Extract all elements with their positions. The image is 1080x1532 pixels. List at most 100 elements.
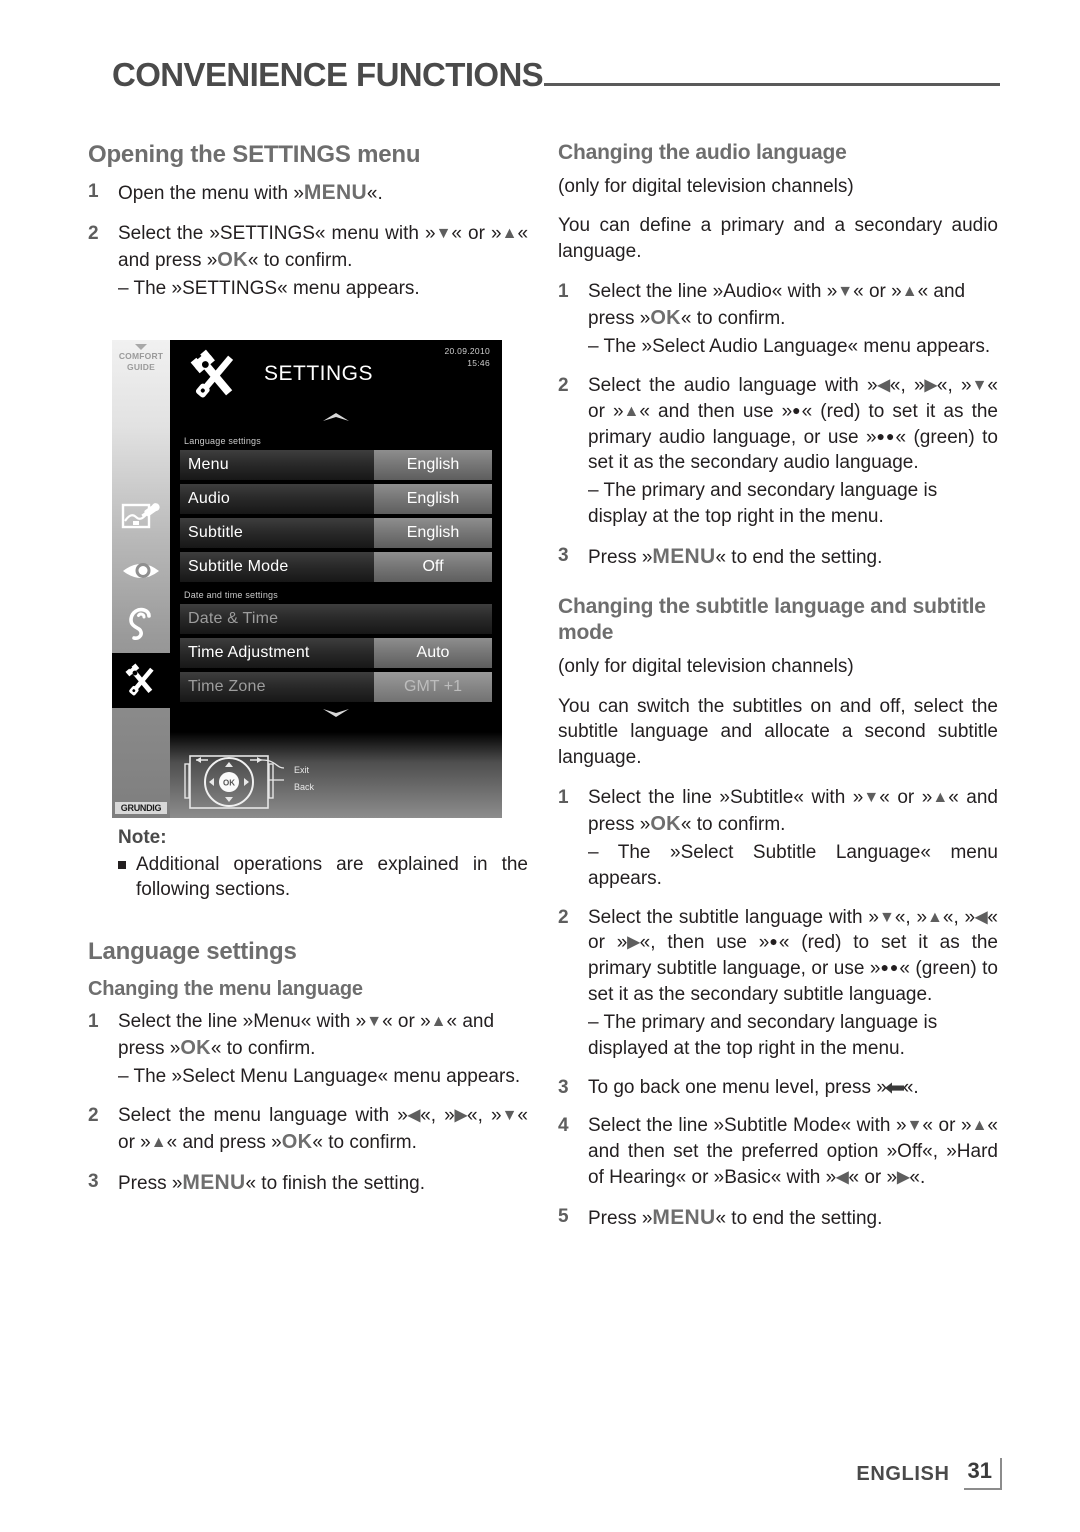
chevron-down-icon (135, 344, 147, 350)
audio-intro: You can define a primary and a secondary… (558, 215, 998, 263)
step-audio-1: 1 Select the line »Audio« with »▼« or »▲… (558, 279, 998, 360)
key-ok: OK (180, 1036, 211, 1059)
up-arrow-glyph: ▲ (901, 283, 918, 301)
step-text: Select the »SETTINGS« menu with »▼« or »… (118, 222, 529, 271)
tv-row-label: Date & Time (180, 604, 492, 634)
key-ok: OK (650, 306, 681, 329)
sidebar-item-sound[interactable] (112, 598, 170, 653)
step-subtitle-4: 4 Select the line »Subtitle Mode« with »… (558, 1113, 998, 1190)
tv-row-value: English (374, 518, 492, 548)
step-number: 3 (88, 1170, 99, 1192)
heading-changing-menu-language: Changing the menu language (88, 977, 363, 1000)
down-arrow-glyph: ▼ (435, 224, 452, 242)
sidebar-item-picture-eye[interactable] (112, 543, 170, 598)
step-result-text: – The »Select Menu Language« menu appear… (118, 1065, 521, 1087)
subtitle-subtitle-note: (only for digital television channels) (558, 655, 854, 677)
step-result-text: – The »Select Subtitle Language« menu ap… (588, 842, 998, 889)
comfort-guide-line1: COMFORT (118, 351, 164, 361)
header-rule (544, 83, 1000, 86)
tv-sidebar-icons (112, 488, 170, 708)
scroll-up-indicator[interactable] (180, 410, 492, 428)
back-arrow-glyph: ⬅ (884, 1077, 905, 1099)
tv-row-time-zone[interactable]: Time Zone GMT +1 (180, 672, 492, 702)
right-arrow-glyph: ▶ (897, 1169, 910, 1187)
scroll-down-indicator[interactable] (180, 706, 492, 722)
heading-changing-audio-language: Changing the audio language (558, 141, 847, 164)
up-arrow-glyph: ▲ (150, 1133, 167, 1151)
step-number: 1 (88, 1010, 99, 1032)
step-audio-3: 3 Press »MENU« to end the setting. (558, 543, 998, 572)
tv-settings-screenshot: COMFORT GUIDE GRUNDIG SETTINGS 20.09.201… (112, 340, 502, 818)
tv-datetime: 20.09.2010 15:46 (444, 346, 490, 370)
sidebar-item-settings[interactable] (112, 653, 170, 708)
chevron-up-icon (323, 413, 349, 421)
grundig-logo: GRUNDIG (115, 802, 167, 814)
tv-row-subtitle-mode[interactable]: Subtitle Mode Off (180, 552, 492, 582)
step-opening-1: 1 Open the menu with »MENU«. (88, 179, 528, 208)
step-result: – The »SETTINGS« menu appears. (118, 276, 528, 302)
step-subtitle-2: 2 Select the subtitle language with »▼«,… (558, 905, 998, 1062)
step-text: Select the subtitle language with »▼«, »… (588, 906, 998, 1006)
step-result: – The »Select Audio Language« menu appea… (588, 334, 998, 360)
comfort-guide-label: COMFORT GUIDE (112, 340, 170, 372)
picture-antenna-icon (121, 502, 160, 528)
note-title: Note: (118, 826, 167, 848)
step-text: Select the menu language with »◀«, »▶«, … (118, 1104, 528, 1153)
up-arrow-glyph: ▲ (932, 788, 949, 806)
step-result: – The primary and secondary language is … (588, 478, 998, 530)
down-arrow-glyph: ▼ (366, 1012, 383, 1030)
tools-icon (125, 662, 154, 695)
key-ok: OK (281, 1130, 313, 1153)
step-opening-2: 2 Select the »SETTINGS« menu with »▼« or… (88, 221, 528, 302)
key-ok: OK (650, 812, 681, 835)
step-number: 2 (88, 222, 99, 244)
remote-label-back: Back (294, 782, 315, 793)
ok-button-label: OK (223, 779, 235, 788)
up-arrow-glyph: ▲ (430, 1012, 447, 1030)
up-arrow-glyph: ▲ (927, 908, 943, 926)
tv-main-panel: SETTINGS 20.09.2010 15:46 Language setti… (170, 340, 502, 818)
red-button-dot-icon: ● (792, 401, 802, 418)
footer-page-bracket: 31 (963, 1458, 1002, 1490)
right-arrow-glyph: ▶ (454, 1106, 468, 1124)
audio-subtitle-note: (only for digital television channels) (558, 175, 854, 197)
page-number: 31 (967, 1458, 992, 1483)
down-arrow-glyph: ▼ (906, 1117, 923, 1135)
left-arrow-glyph: ◀ (877, 376, 890, 394)
tv-row-menu[interactable]: Menu English (180, 450, 492, 480)
tv-row-label: Time Zone (180, 672, 374, 702)
tv-row-value: English (374, 450, 492, 480)
step-result-text: – The »SETTINGS« menu appears. (118, 277, 420, 299)
step-text: Press »MENU« to end the setting. (588, 1205, 883, 1229)
step-result: – The »Select Menu Language« menu appear… (118, 1064, 528, 1090)
sidebar-item-picture[interactable] (112, 488, 170, 543)
tv-row-label: Menu (180, 450, 374, 480)
heading-changing-subtitle-language: Changing the subtitle language and subti… (558, 595, 986, 645)
tv-row-value: Off (374, 552, 492, 582)
tv-row-value: Auto (374, 638, 492, 668)
tv-row-time-adjustment[interactable]: Time Adjustment Auto (180, 638, 492, 668)
step-subtitle-3: 3 To go back one menu level, press »⬅«. (558, 1075, 998, 1101)
tv-row-date-time[interactable]: Date & Time (180, 604, 492, 634)
tv-time: 15:46 (467, 357, 490, 368)
key-ok: OK (217, 248, 248, 271)
step-result-text: – The »Select Audio Language« menu appea… (588, 336, 991, 358)
up-arrow-glyph: ▲ (971, 1117, 988, 1135)
key-menu: MENU (652, 1205, 716, 1229)
ear-icon (129, 607, 151, 640)
key-menu: MENU (182, 1170, 246, 1194)
remote-label-exit: Exit (294, 765, 310, 775)
note-item: Additional operations are explained in t… (118, 852, 528, 904)
tv-row-subtitle[interactable]: Subtitle English (180, 518, 492, 548)
up-arrow-glyph: ▲ (623, 402, 640, 420)
group-label-language: Language settings (184, 436, 261, 446)
step-text: Select the line »Menu« with »▼« or »▲« a… (118, 1010, 495, 1059)
tv-row-label: Subtitle (180, 518, 374, 548)
tv-row-label: Time Adjustment (180, 638, 374, 668)
step-subtitle-5: 5 Press »MENU« to end the setting. (558, 1204, 998, 1233)
tv-row-audio[interactable]: Audio English (180, 484, 492, 514)
step-menu-language-1: 1 Select the line »Menu« with »▼« or »▲«… (88, 1009, 528, 1090)
page-header: CONVENIENCE FUNCTIONS (112, 58, 1000, 91)
page-title: CONVENIENCE FUNCTIONS (112, 56, 544, 93)
left-arrow-glyph: ◀ (407, 1106, 421, 1124)
